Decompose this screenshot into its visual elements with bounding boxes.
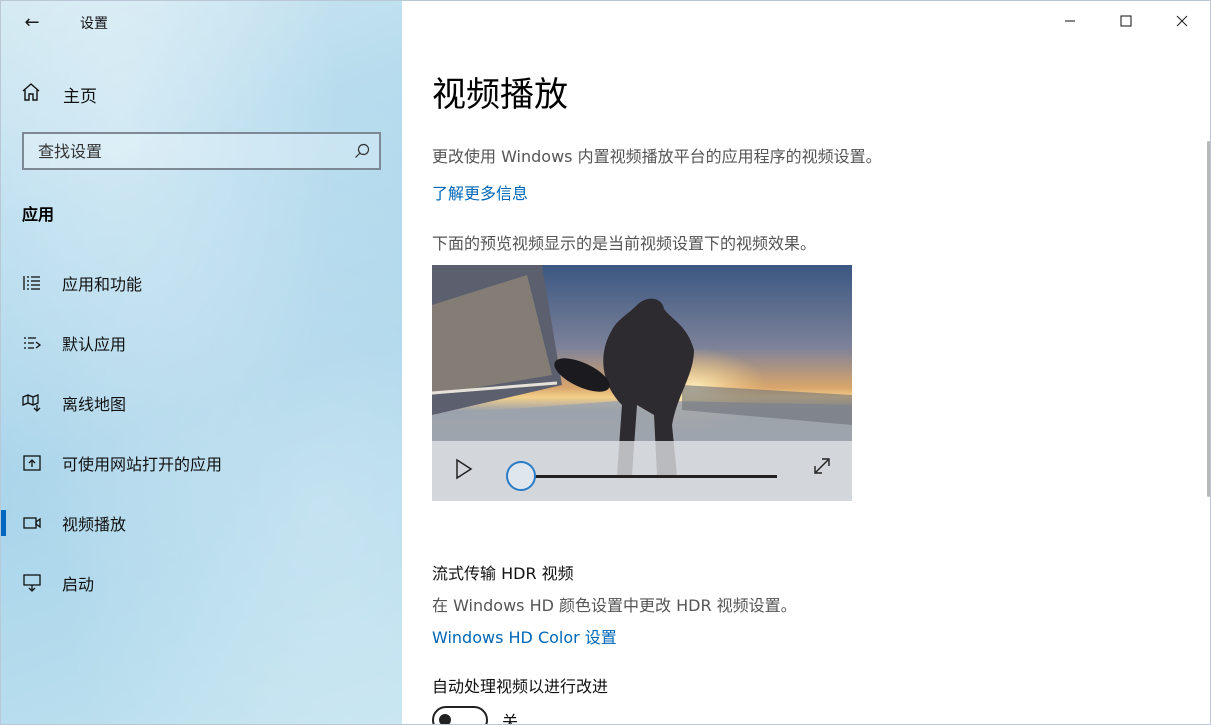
- seek-thumb[interactable]: [506, 461, 536, 491]
- map-download-icon: [21, 392, 43, 414]
- preview-note: 下面的预览视频显示的是当前视频设置下的视频效果。: [432, 234, 817, 253]
- search-icon[interactable]: [345, 143, 379, 159]
- default-apps-icon: [21, 332, 43, 354]
- sidebar-item-default-apps[interactable]: 默认应用: [1, 313, 402, 373]
- back-arrow-icon: ←: [24, 11, 40, 33]
- sidebar-item-video-playback[interactable]: 视频播放: [1, 493, 402, 553]
- sidebar-item-label: 可使用网站打开的应用: [62, 455, 223, 474]
- settings-window: ← 设置 主页 应用: [0, 0, 1211, 725]
- maximize-icon: [1120, 15, 1132, 27]
- sidebar-nav: 应用和功能 默认应用 离线地图 可使用网站打开的应用 视频播放 启动: [1, 253, 402, 613]
- back-button[interactable]: ←: [15, 7, 49, 37]
- sidebar-item-label: 视频播放: [62, 515, 127, 534]
- sidebar-item-label: 应用和功能: [62, 275, 143, 294]
- scrollbar[interactable]: [1207, 141, 1210, 497]
- home-icon: [21, 82, 45, 107]
- learn-more-link[interactable]: 了解更多信息: [432, 180, 528, 204]
- toggle-knob: [439, 714, 451, 724]
- sidebar-item-label: 启动: [62, 575, 95, 594]
- auto-process-state: 关: [502, 712, 519, 725]
- sidebar-item-offline-maps[interactable]: 离线地图: [1, 373, 402, 433]
- sidebar-item-startup[interactable]: 启动: [1, 553, 402, 613]
- maximize-button[interactable]: [1098, 1, 1154, 41]
- sidebar: ← 设置 主页 应用: [1, 1, 402, 724]
- hdr-heading: 流式传输 HDR 视频: [432, 564, 574, 583]
- hd-color-settings-link[interactable]: Windows HD Color 设置: [432, 624, 617, 648]
- apps-list-icon: [21, 272, 43, 294]
- sidebar-item-label: 默认应用: [62, 335, 127, 354]
- page-description: 更改使用 Windows 内置视频播放平台的应用程序的视频设置。: [432, 147, 882, 166]
- auto-process-toggle[interactable]: [432, 706, 488, 724]
- home-nav-item[interactable]: 主页: [21, 81, 97, 107]
- sidebar-item-apps-features[interactable]: 应用和功能: [1, 253, 402, 313]
- section-heading: 应用: [22, 205, 55, 224]
- video-controls: [432, 441, 852, 501]
- close-button[interactable]: [1154, 1, 1210, 41]
- startup-icon: [21, 572, 43, 594]
- sidebar-item-apps-for-websites[interactable]: 可使用网站打开的应用: [1, 433, 402, 493]
- preview-video[interactable]: [432, 265, 852, 501]
- hdr-description: 在 Windows HD 颜色设置中更改 HDR 视频设置。: [432, 596, 797, 615]
- minimize-button[interactable]: [1042, 1, 1098, 41]
- page-title: 视频播放: [432, 75, 568, 115]
- search-input[interactable]: [24, 134, 345, 168]
- fullscreen-icon[interactable]: [812, 456, 832, 476]
- seek-track[interactable]: [522, 475, 777, 478]
- auto-process-heading: 自动处理视频以进行改进: [432, 677, 609, 696]
- open-in-app-icon: [21, 452, 43, 474]
- close-icon: [1176, 15, 1188, 27]
- video-icon: [21, 512, 43, 534]
- play-icon[interactable]: [454, 457, 474, 481]
- main-content: 视频播放 更改使用 Windows 内置视频播放平台的应用程序的视频设置。 了解…: [402, 1, 1210, 725]
- home-label: 主页: [63, 86, 97, 107]
- search-box: [22, 132, 381, 170]
- titlebar-left: ← 设置: [1, 1, 402, 43]
- minimize-icon: [1065, 20, 1075, 22]
- app-title: 设置: [80, 16, 108, 32]
- sidebar-item-label: 离线地图: [62, 395, 127, 414]
